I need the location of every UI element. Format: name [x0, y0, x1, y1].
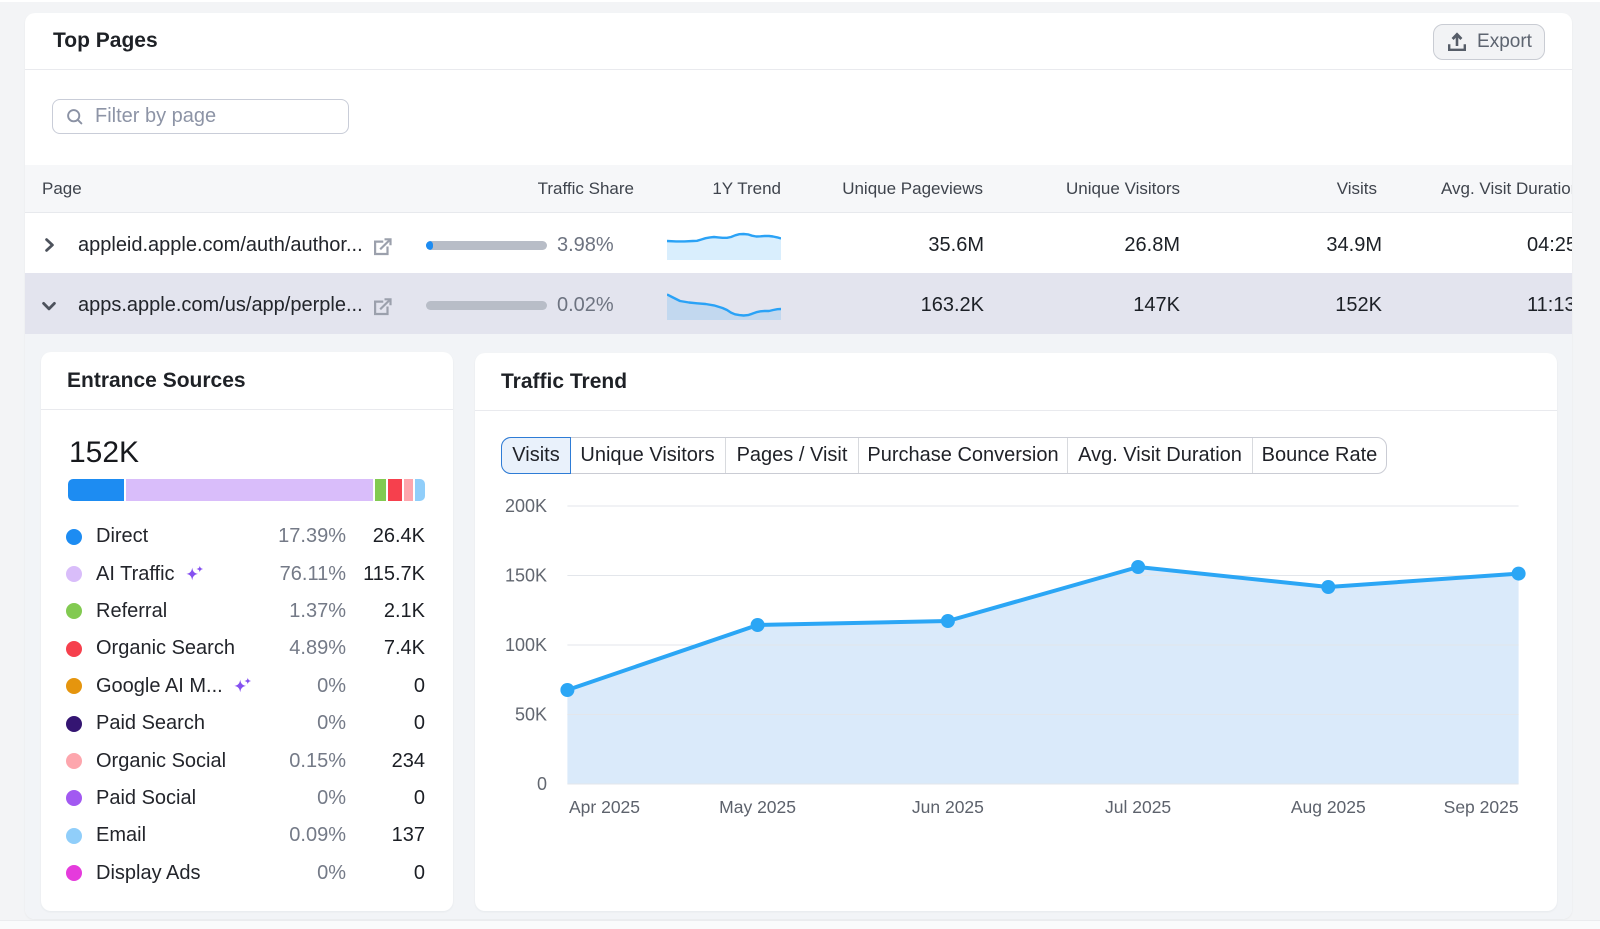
svg-text:Aug 2025: Aug 2025	[1291, 797, 1366, 817]
svg-text:Sep 2025: Sep 2025	[1444, 797, 1519, 817]
svg-text:Apr 2025: Apr 2025	[569, 797, 640, 817]
svg-text:150K: 150K	[505, 566, 547, 586]
svg-text:200K: 200K	[505, 496, 547, 516]
svg-text:May 2025: May 2025	[719, 797, 796, 817]
svg-text:0: 0	[537, 774, 547, 794]
svg-text:Jul 2025: Jul 2025	[1105, 797, 1171, 817]
svg-text:Jun 2025: Jun 2025	[912, 797, 984, 817]
svg-text:50K: 50K	[515, 705, 547, 725]
svg-text:100K: 100K	[505, 635, 547, 655]
